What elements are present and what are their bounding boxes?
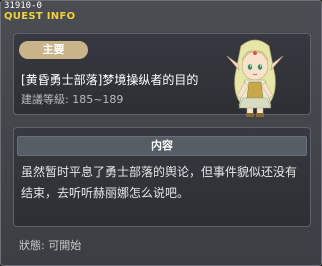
description-header: 内容 bbox=[17, 136, 307, 156]
window-title: QUEST INFO bbox=[4, 11, 76, 22]
npc-portrait-icon bbox=[226, 39, 284, 117]
quest-category-badge: 主要 bbox=[19, 41, 88, 59]
recommended-level: 建議等級: 185~189 bbox=[21, 93, 124, 106]
quest-info-window: 31910-0 QUEST INFO 主要 [黄昏勇士部落]梦境操纵者的目的 建… bbox=[0, 0, 322, 266]
quest-status: 狀態: 可開始 bbox=[19, 239, 82, 252]
quest-name: [黄昏勇士部落]梦境操纵者的目的 bbox=[21, 73, 199, 87]
quest-description-panel: 内容 虽然暂时平息了勇士部落的舆论，但事件貌似还没有结束，去听听赫丽娜怎么说吧。 bbox=[13, 127, 311, 227]
quest-summary-panel: 主要 [黄昏勇士部落]梦境操纵者的目的 建議等級: 185~189 bbox=[13, 33, 311, 117]
description-text: 虽然暂时平息了勇士部落的舆论，但事件貌似还没有结束，去听听赫丽娜怎么说吧。 bbox=[21, 165, 298, 200]
